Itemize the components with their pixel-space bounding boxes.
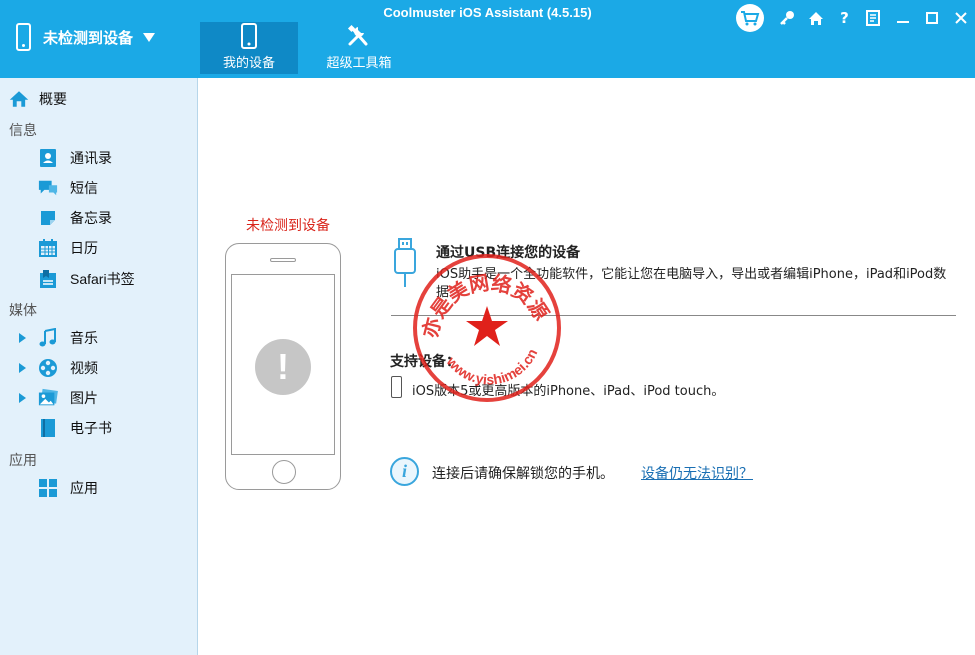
warning-icon: ! xyxy=(255,339,311,395)
section-apps: 应用 xyxy=(9,453,37,469)
title-bar: Coolmuster iOS Assistant (4.5.15) 未检测到设备… xyxy=(0,0,975,78)
tab-super-toolbox[interactable]: 超级工具箱 xyxy=(310,22,408,74)
expand-arrow-icon[interactable] xyxy=(19,393,26,403)
sidebar-item-photos[interactable]: 图片 xyxy=(0,384,197,412)
sidebar-item-label: 短信 xyxy=(70,181,98,197)
help-icon[interactable]: ? xyxy=(830,4,859,32)
window-controls: ? xyxy=(736,4,975,32)
tools-icon xyxy=(310,22,408,50)
tab-my-device[interactable]: 我的设备 xyxy=(200,22,298,74)
expand-arrow-icon[interactable] xyxy=(19,363,26,373)
bookmark-icon xyxy=(38,269,58,289)
sidebar-item-label: Safari书签 xyxy=(70,271,135,287)
home-icon[interactable] xyxy=(801,4,830,32)
sidebar-item-label: 备忘录 xyxy=(70,211,112,227)
apps-grid-icon xyxy=(38,478,58,498)
device-selector-label: 未检测到设备 xyxy=(43,28,134,47)
sidebar-item-music[interactable]: 音乐 xyxy=(0,324,197,352)
feedback-icon[interactable] xyxy=(859,4,888,32)
device-selector[interactable]: 未检测到设备 xyxy=(16,20,156,54)
minimize-icon[interactable] xyxy=(888,4,917,32)
sidebar-item-sms[interactable]: 短信 xyxy=(0,174,197,202)
phone-icon xyxy=(16,23,31,51)
section-info: 信息 xyxy=(9,123,37,139)
phone-icon xyxy=(200,22,298,50)
expand-arrow-icon[interactable] xyxy=(19,333,26,343)
film-reel-icon xyxy=(38,358,58,378)
section-media: 媒体 xyxy=(9,303,37,319)
cart-icon[interactable] xyxy=(736,4,764,32)
phone-icon xyxy=(391,376,402,398)
sidebar-item-label: 日历 xyxy=(70,241,98,257)
sidebar: 概要 信息 通讯录 短信 备忘录 日历 Safari书签 媒体 音乐 视频 图片… xyxy=(0,78,198,655)
sidebar-item-label: 音乐 xyxy=(70,331,98,347)
sidebar-item-ebooks[interactable]: 电子书 xyxy=(0,414,197,442)
contacts-icon xyxy=(38,148,58,168)
device-not-recognized-link[interactable]: 设备仍无法识别？ xyxy=(641,463,753,483)
maximize-icon[interactable] xyxy=(917,4,946,32)
sidebar-item-label: 图片 xyxy=(70,391,98,407)
sidebar-item-label: 视频 xyxy=(70,361,98,377)
sidebar-item-label: 应用 xyxy=(70,481,98,497)
music-icon xyxy=(38,328,58,348)
watermark-stamp: 亦是美网络资源分享 www.yishimei.cn xyxy=(401,233,563,404)
not-detected-label: 未检测到设备 xyxy=(246,218,330,234)
sidebar-item-label: 电子书 xyxy=(70,421,112,437)
unlock-hint: 连接后请确保解锁您的手机。 xyxy=(432,466,614,482)
sms-icon xyxy=(38,178,58,198)
book-icon xyxy=(38,418,58,438)
close-icon[interactable] xyxy=(946,4,975,32)
tab-label: 超级工具箱 xyxy=(326,56,392,71)
home-icon xyxy=(9,89,29,109)
tab-label: 我的设备 xyxy=(222,56,275,71)
sidebar-item-contacts[interactable]: 通讯录 xyxy=(0,144,197,172)
sidebar-item-video[interactable]: 视频 xyxy=(0,354,197,382)
sidebar-item-label: 概要 xyxy=(39,92,67,108)
sidebar-item-notes[interactable]: 备忘录 xyxy=(0,204,197,232)
info-icon: i xyxy=(390,457,419,486)
sidebar-item-label: 通讯录 xyxy=(70,151,112,167)
sidebar-item-apps[interactable]: 应用 xyxy=(0,474,197,502)
sidebar-item-overview[interactable]: 概要 xyxy=(0,85,197,113)
chevron-down-icon xyxy=(143,32,156,42)
svg-text:www.yishimei.cn: www.yishimei.cn xyxy=(443,346,540,388)
sidebar-item-calendar[interactable]: 日历 xyxy=(0,234,197,262)
calendar-icon xyxy=(38,238,58,258)
notes-icon xyxy=(38,208,58,228)
photos-icon xyxy=(38,388,58,408)
sidebar-item-safari-bookmarks[interactable]: Safari书签 xyxy=(0,265,197,293)
key-icon[interactable] xyxy=(772,4,801,32)
